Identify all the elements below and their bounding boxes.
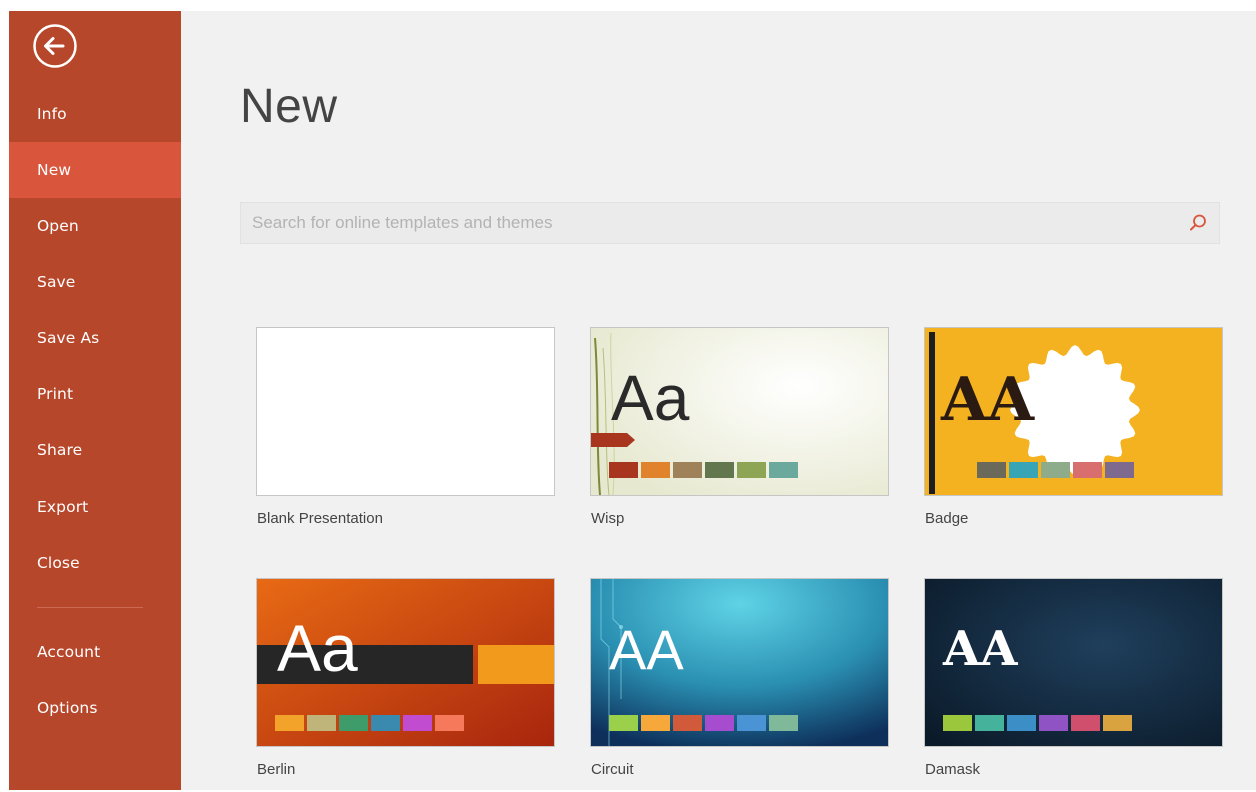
color-swatch: [1103, 715, 1132, 731]
color-swatch: [609, 715, 638, 731]
template-berlin[interactable]: Aa Berlin: [256, 578, 555, 792]
thumb-sample-text: AA: [609, 618, 684, 681]
back-button[interactable]: [32, 23, 78, 69]
color-swatch: [275, 715, 304, 731]
nav-save[interactable]: Save: [9, 254, 181, 310]
color-swatch: [435, 715, 464, 731]
color-swatch: [977, 462, 1006, 478]
thumb-sample-text: AA: [942, 621, 1018, 677]
color-swatch: [705, 462, 734, 478]
color-swatch: [1105, 462, 1134, 478]
thumb-sample-text: AA: [940, 365, 1036, 435]
template-thumbnail: AA: [924, 327, 1223, 496]
template-label: Blank Presentation: [257, 510, 383, 527]
color-swatch: [1071, 715, 1100, 731]
main-panel: New Blank Presentation: [181, 11, 1256, 790]
nav-share[interactable]: Share: [9, 422, 181, 478]
page-title: New: [240, 80, 338, 133]
nav-options[interactable]: Options: [9, 680, 181, 736]
template-label: Wisp: [591, 510, 625, 527]
template-thumbnail: Aa: [590, 327, 889, 496]
thumb-sample-text: Aa: [611, 362, 690, 434]
color-swatch: [1073, 462, 1102, 478]
color-swatch: [1007, 715, 1036, 731]
color-swatch: [403, 715, 432, 731]
template-label: Badge: [925, 510, 969, 527]
color-swatch: [705, 715, 734, 731]
template-label: Damask: [925, 761, 981, 778]
color-swatch: [769, 715, 798, 731]
color-swatch: [737, 462, 766, 478]
color-swatch: [769, 462, 798, 478]
color-swatch: [641, 462, 670, 478]
back-arrow-icon: [33, 24, 77, 68]
search-input[interactable]: [241, 203, 1171, 243]
nav-close[interactable]: Close: [9, 535, 181, 591]
template-thumbnail: AA: [590, 578, 889, 747]
color-swatch: [371, 715, 400, 731]
nav-save-as[interactable]: Save As: [9, 310, 181, 366]
template-label: Berlin: [257, 761, 296, 778]
color-swatch: [641, 715, 670, 731]
color-swatch: [307, 715, 336, 731]
nav-divider: [37, 607, 143, 608]
color-swatch: [673, 715, 702, 731]
template-thumbnail: Aa: [256, 578, 555, 747]
template-badge[interactable]: AA Badge: [924, 327, 1223, 541]
nav-print[interactable]: Print: [9, 366, 181, 422]
template-thumbnail: [256, 327, 555, 496]
backstage-sidebar: Info New Open Save Save As Print Share E…: [9, 11, 181, 790]
template-damask[interactable]: AA Damask: [924, 578, 1223, 792]
nav-account[interactable]: Account: [9, 624, 181, 680]
template-circuit[interactable]: AA Circuit: [590, 578, 889, 792]
nav-open[interactable]: Open: [9, 198, 181, 254]
search-icon[interactable]: [1187, 212, 1209, 234]
color-swatch: [975, 715, 1004, 731]
template-thumbnail: AA: [924, 578, 1223, 747]
search-box: [240, 202, 1220, 244]
color-swatch: [737, 715, 766, 731]
template-label: Circuit: [591, 761, 634, 778]
thumb-sample-text: Aa: [277, 611, 358, 685]
color-swatch: [609, 462, 638, 478]
color-swatch: [673, 462, 702, 478]
nav-info[interactable]: Info: [9, 86, 181, 142]
color-swatch: [1009, 462, 1038, 478]
color-swatch: [943, 715, 972, 731]
color-swatch: [339, 715, 368, 731]
nav-export[interactable]: Export: [9, 479, 181, 535]
color-swatch: [1041, 462, 1070, 478]
template-blank-presentation[interactable]: Blank Presentation: [256, 327, 555, 541]
template-wisp[interactable]: Aa Wisp: [590, 327, 889, 541]
nav-new[interactable]: New: [9, 142, 181, 198]
color-swatch: [1039, 715, 1068, 731]
